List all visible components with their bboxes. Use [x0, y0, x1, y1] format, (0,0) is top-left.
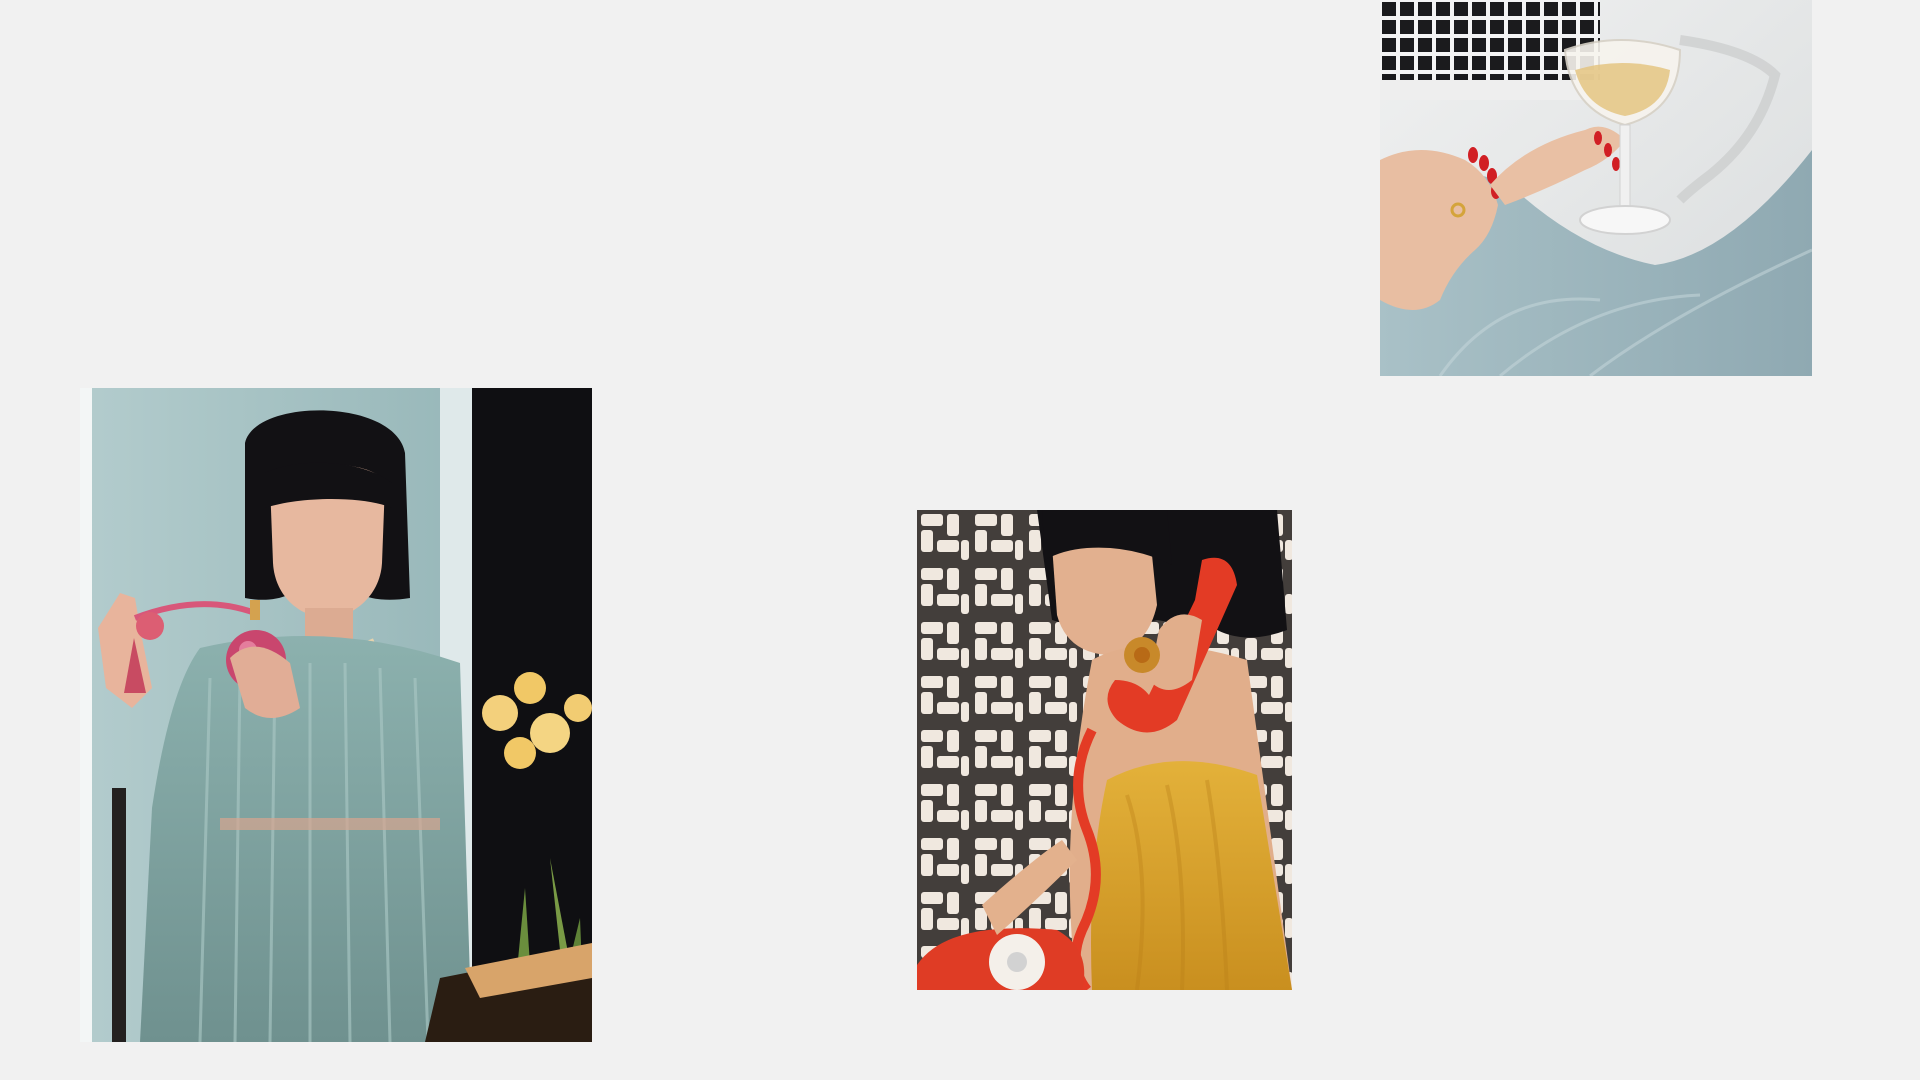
photo-phone[interactable]	[917, 510, 1292, 990]
gallery-page	[0, 0, 1920, 1080]
photo-champagne-image	[1380, 0, 1812, 376]
photo-phone-image	[917, 510, 1292, 990]
photo-perfume[interactable]	[80, 388, 592, 1042]
photo-champagne[interactable]	[1380, 0, 1812, 376]
photo-perfume-image	[80, 388, 592, 1042]
